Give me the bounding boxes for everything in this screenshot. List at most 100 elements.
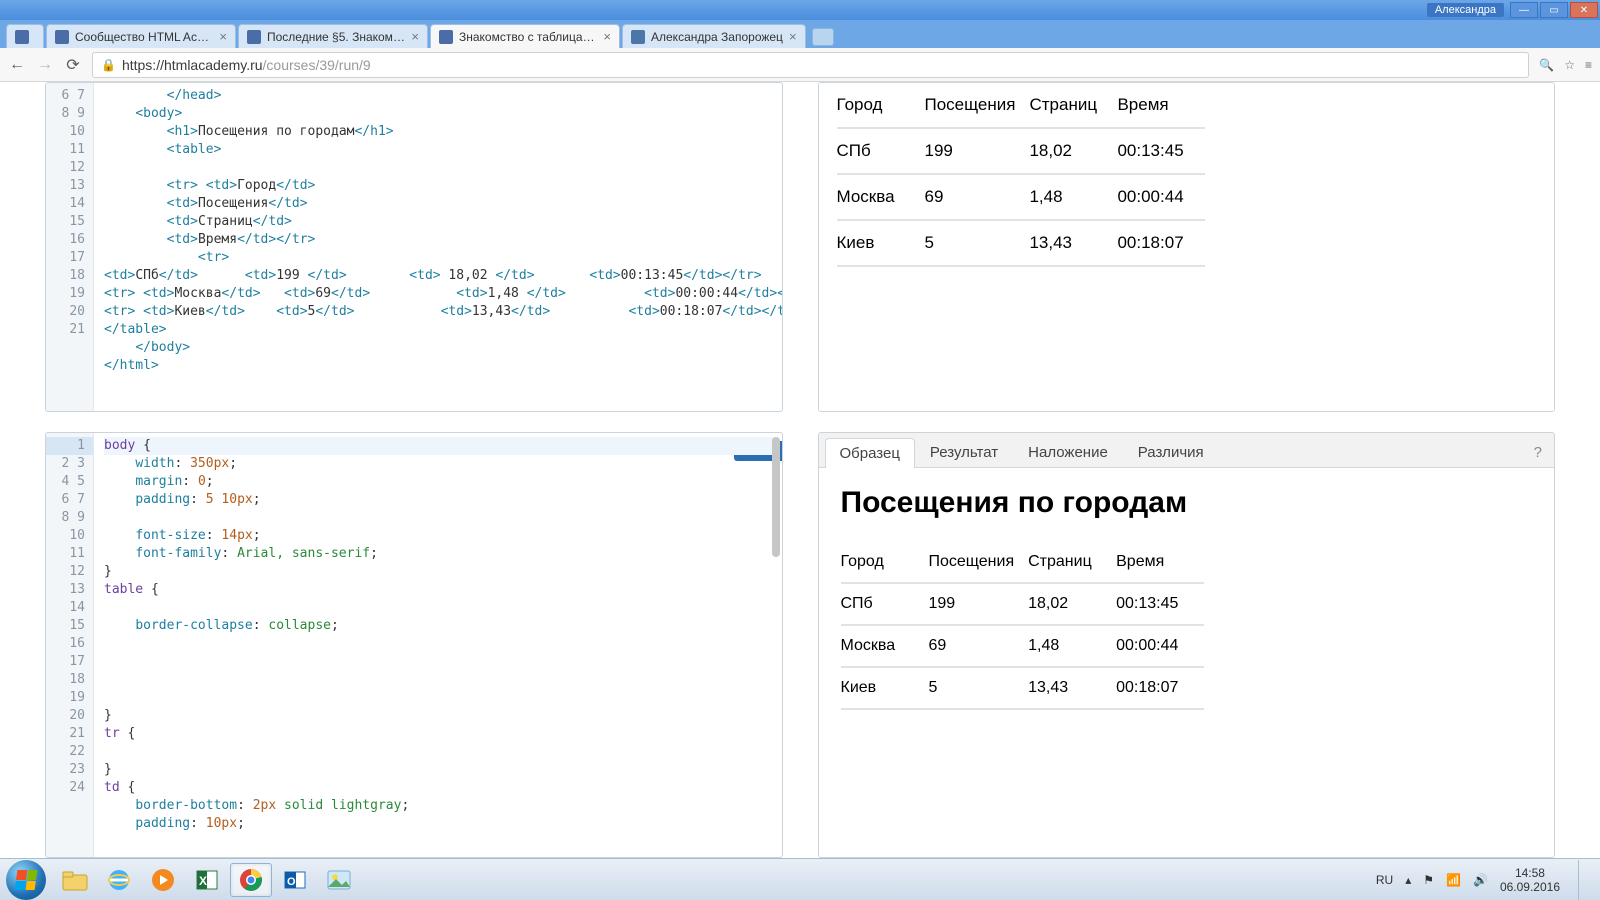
nav-reload-button[interactable]: ⟳ [64,56,82,74]
tray-show-hidden-icon[interactable]: ▴ [1405,873,1411,887]
browser-tabstrip: Сообщество HTML Acade…×Последние §5. Зна… [0,20,1600,48]
table-row: СПб19918,0200:13:45 [837,128,1206,174]
url-scheme: https:// [122,57,164,73]
page-content: 6 7 8 9 10 11 12 13 14 15 16 17 18 19 20… [0,82,1600,858]
show-desktop-button[interactable] [1578,860,1588,900]
favicon-icon [439,30,453,44]
tray-flag-icon[interactable]: ⚑ [1423,873,1434,887]
preview-tab[interactable]: Образец [825,438,915,468]
lock-icon: 🔒 [101,58,116,72]
preview-help-icon[interactable]: ? [1534,444,1542,461]
table-cell: Москва [837,174,925,220]
css-editor-gutter: 1 2 3 4 5 6 7 8 9 10 11 12 13 14 15 16 1… [46,433,94,857]
table-cell: 199 [929,583,1029,625]
table-header-cell: Страниц [1028,542,1116,583]
table-cell: 00:18:07 [1117,220,1205,266]
start-button[interactable] [6,860,46,900]
table-cell: 5 [925,220,1030,266]
table-cell: Киев [841,667,929,709]
tray-volume-icon[interactable]: 🔊 [1473,873,1488,887]
css-editor-code[interactable]: body { width: 350px; margin: 0; padding:… [94,433,782,857]
preview-tab[interactable]: Наложение [1013,437,1123,467]
window-minimize-button[interactable]: — [1510,2,1538,18]
table-cell: 00:00:44 [1116,625,1204,667]
tab-close-icon[interactable]: × [411,29,419,44]
bookmark-star-icon[interactable]: ☆ [1564,58,1575,72]
table-row: Киев513,4300:18:07 [837,220,1206,266]
css-editor-panel[interactable]: CSS 1 2 3 4 5 6 7 8 9 10 11 12 13 14 15 … [45,432,783,858]
reference-heading: Посещения по городам [841,486,1533,520]
table-cell: 00:00:44 [1117,174,1205,220]
table-cell: Киев [837,220,925,266]
tab-title: Александра Запорожец [651,30,783,44]
tray-network-icon[interactable]: 📶 [1446,873,1461,887]
table-row: СПб19918,0200:13:45 [841,583,1205,625]
taskbar-outlook-icon[interactable]: O [274,863,316,897]
favicon-icon [631,30,645,44]
chrome-menu-icon[interactable]: ≡ [1585,58,1592,72]
svg-text:O: O [287,876,296,888]
table-header-cell: Посещения [925,83,1030,128]
windows-user-badge: Александра [1427,3,1504,17]
table-cell: 1,48 [1028,625,1116,667]
tab-title: Знакомство с таблицам… [459,30,597,44]
zoom-icon[interactable]: 🔍 [1539,58,1554,72]
browser-tab[interactable] [6,24,44,48]
browser-tab[interactable]: Сообщество HTML Acade…× [46,24,236,48]
table-cell: 5 [929,667,1029,709]
tray-language[interactable]: RU [1376,873,1393,887]
new-tab-button[interactable] [812,28,834,46]
table-header-cell: Страниц [1029,83,1117,128]
table-cell: 18,02 [1028,583,1116,625]
reference-panel: ОбразецРезультатНаложениеРазличия? Посещ… [818,432,1556,858]
table-cell: 18,02 [1029,128,1117,174]
window-close-button[interactable]: ✕ [1570,2,1598,18]
taskbar-chrome-icon[interactable] [230,863,272,897]
tab-close-icon[interactable]: × [603,29,611,44]
table-cell: 199 [925,128,1030,174]
tab-close-icon[interactable]: × [789,29,797,44]
html-editor-panel[interactable]: 6 7 8 9 10 11 12 13 14 15 16 17 18 19 20… [45,82,783,412]
table-cell: 13,43 [1028,667,1116,709]
table-cell: 1,48 [1029,174,1117,220]
table-cell: 69 [925,174,1030,220]
favicon-icon [55,30,69,44]
nav-forward-button[interactable]: → [36,56,54,74]
table-cell: 00:13:45 [1117,128,1205,174]
preview-tab[interactable]: Различия [1123,437,1219,467]
table-cell: 00:18:07 [1116,667,1204,709]
table-header-cell: Посещения [929,542,1029,583]
preview-tab[interactable]: Результат [915,437,1013,467]
window-maximize-button[interactable]: ▭ [1540,2,1568,18]
url-path: /courses/39/run/9 [263,57,371,73]
preview-tabs: ОбразецРезультатНаложениеРазличия? [819,433,1555,468]
table-cell: СПб [837,128,925,174]
table-cell: СПб [841,583,929,625]
nav-back-button[interactable]: ← [8,56,26,74]
css-editor-scrollbar-thumb[interactable] [772,437,780,557]
table-cell: 69 [929,625,1029,667]
tray-clock[interactable]: 14:58 06.09.2016 [1500,866,1560,894]
system-tray: RU ▴ ⚑ 📶 🔊 14:58 06.09.2016 [1376,860,1594,900]
live-preview-panel: ГородПосещенияСтраницВремяСПб19918,0200:… [818,82,1556,412]
address-bar[interactable]: 🔒 https://htmlacademy.ru/courses/39/run/… [92,52,1529,78]
table-row: Москва691,4800:00:44 [841,625,1205,667]
table-row: Москва691,4800:00:44 [837,174,1206,220]
url-host: htmlacademy.ru [164,57,263,73]
table-header-cell: Город [837,83,925,128]
taskbar-excel-icon[interactable]: X [186,863,228,897]
favicon-icon [15,30,29,44]
table-cell: 13,43 [1029,220,1117,266]
browser-tab[interactable]: Александра Запорожец × [622,24,806,48]
html-editor-code[interactable]: </head> <body> <h1>Посещения по городам<… [94,83,782,411]
windows-titlebar: Александра — ▭ ✕ [0,0,1600,20]
table-cell: 00:13:45 [1116,583,1204,625]
browser-tab[interactable]: Знакомство с таблицам… × [430,24,620,48]
taskbar-ie-icon[interactable] [98,863,140,897]
taskbar-wmp-icon[interactable] [142,863,184,897]
taskbar-photos-icon[interactable] [318,863,360,897]
tab-close-icon[interactable]: × [219,29,227,44]
taskbar-explorer-icon[interactable] [54,863,96,897]
browser-tab[interactable]: Последние §5. Знакомст…× [238,24,428,48]
table-header-cell: Время [1116,542,1204,583]
